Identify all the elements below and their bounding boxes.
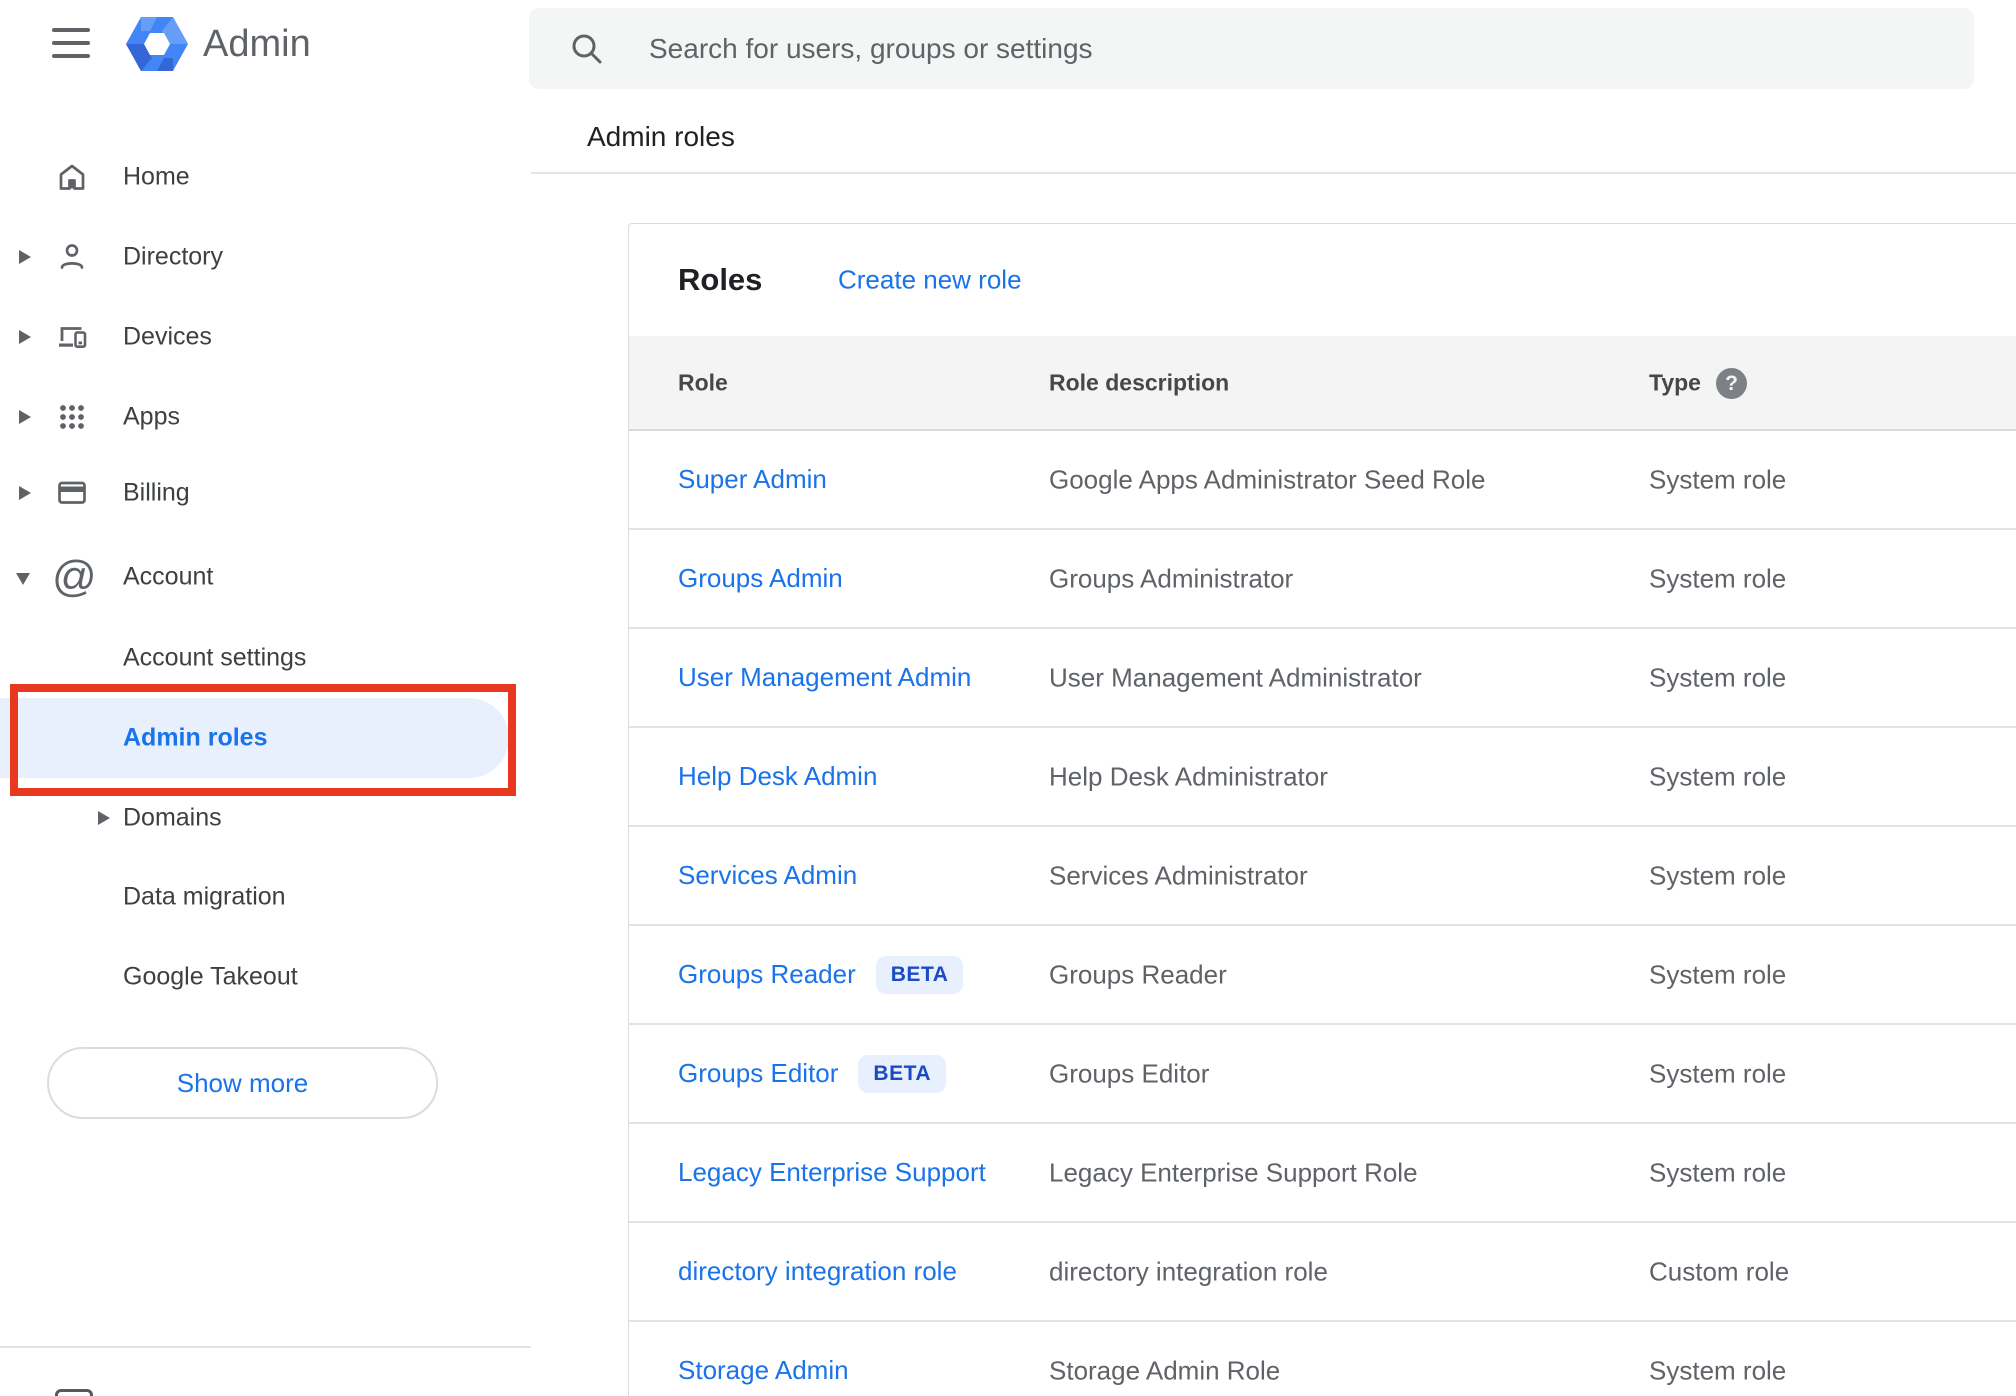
search-bar xyxy=(529,8,1974,89)
expand-arrow-icon[interactable] xyxy=(19,250,31,264)
role-description: Groups Reader xyxy=(1049,959,1227,989)
sidebar-item-label: Account settings xyxy=(123,643,307,672)
role-link[interactable]: Groups Editor xyxy=(678,1058,838,1089)
app-title: Admin xyxy=(203,23,311,65)
sidebar-item-domains[interactable]: Domains xyxy=(0,790,531,846)
table-header: Role Role description Type ? xyxy=(629,336,2016,431)
table-row: Legacy Enterprise Support Legacy Enterpr… xyxy=(629,1124,2016,1223)
role-link[interactable]: Services Admin xyxy=(678,860,857,891)
sidebar-item-data-migration[interactable]: Data migration xyxy=(0,869,531,925)
roles-card: Roles Create new role Role Role descript… xyxy=(628,223,2016,1396)
sidebar-item-google-takeout[interactable]: Google Takeout xyxy=(0,949,531,1005)
role-type: System role xyxy=(1649,761,1787,791)
role-description: User Management Administrator xyxy=(1049,662,1422,692)
role-link[interactable]: Super Admin xyxy=(678,464,827,495)
sidebar-item-label: Directory xyxy=(123,242,224,271)
role-type: System role xyxy=(1649,1157,1787,1187)
expand-arrow-icon[interactable] xyxy=(19,330,31,344)
person-icon xyxy=(60,244,84,269)
role-description: Legacy Enterprise Support Role xyxy=(1049,1157,1418,1187)
page-title: Admin roles xyxy=(587,121,735,152)
admin-logo-icon xyxy=(126,17,188,71)
create-new-role-link[interactable]: Create new role xyxy=(838,265,1022,296)
sidebar-item-label: Devices xyxy=(123,322,212,351)
role-type: System role xyxy=(1649,1058,1787,1088)
beta-badge: BETA xyxy=(875,955,964,994)
role-type: Custom role xyxy=(1649,1256,1790,1286)
role-description: Help Desk Administrator xyxy=(1049,761,1328,791)
sidebar-item-label: Domains xyxy=(123,803,222,832)
role-description: Groups Editor xyxy=(1049,1058,1210,1088)
sidebar-item-label: Billing xyxy=(123,478,190,507)
help-icon[interactable]: ? xyxy=(1716,368,1747,399)
sidebar-item-devices[interactable]: Devices xyxy=(0,309,531,365)
column-header-role: Role xyxy=(678,369,728,395)
table-row: Storage Admin Storage Admin Role System … xyxy=(629,1322,2016,1396)
table-row: Groups Editor BETA Groups Editor System … xyxy=(629,1025,2016,1124)
sidebar-item-account[interactable]: @ Account xyxy=(0,549,531,605)
search-icon xyxy=(572,34,602,64)
table-row: User Management Admin User Management Ad… xyxy=(629,629,2016,728)
sidebar-item-label: Google Takeout xyxy=(123,962,298,991)
table-row: Groups Admin Groups Administrator System… xyxy=(629,530,2016,629)
expand-arrow-icon[interactable] xyxy=(19,410,31,424)
roles-title: Roles xyxy=(678,262,763,297)
role-link[interactable]: Legacy Enterprise Support xyxy=(678,1157,986,1188)
at-sign-icon: @ xyxy=(52,552,97,601)
role-link[interactable]: Storage Admin xyxy=(678,1355,849,1386)
sidebar-item-label: Data migration xyxy=(123,882,286,911)
expand-arrow-icon[interactable] xyxy=(98,811,110,825)
show-more-button[interactable]: Show more xyxy=(47,1047,438,1119)
role-type: System role xyxy=(1649,464,1787,494)
partial-sidebar-icon xyxy=(55,1389,93,1396)
search-input[interactable] xyxy=(647,8,1927,89)
credit-card-icon xyxy=(58,481,86,504)
role-type: System role xyxy=(1649,1355,1787,1385)
table-row: Super Admin Google Apps Administrator Se… xyxy=(629,431,2016,530)
role-link[interactable]: Groups Reader xyxy=(678,959,856,990)
sidebar-item-account-settings[interactable]: Account settings xyxy=(0,630,531,686)
table-row: Help Desk Admin Help Desk Administrator … xyxy=(629,728,2016,827)
sidebar-divider xyxy=(0,1346,531,1348)
apps-grid-icon xyxy=(60,405,84,429)
devices-icon xyxy=(59,327,87,348)
table-row: Services Admin Services Administrator Sy… xyxy=(629,827,2016,926)
sidebar-item-directory[interactable]: Directory xyxy=(0,229,531,285)
beta-badge: BETA xyxy=(858,1054,947,1093)
role-link[interactable]: User Management Admin xyxy=(678,662,971,693)
sidebar-item-label: Admin roles xyxy=(123,723,268,752)
role-link[interactable]: directory integration role xyxy=(678,1256,957,1287)
sidebar-item-apps[interactable]: Apps xyxy=(0,389,531,445)
column-header-description: Role description xyxy=(1049,369,1230,395)
role-description: Google Apps Administrator Seed Role xyxy=(1049,464,1486,494)
sidebar-item-label: Apps xyxy=(123,402,180,431)
sidebar-item-label: Account xyxy=(123,562,214,591)
header-divider xyxy=(531,172,2016,174)
role-type: System role xyxy=(1649,563,1787,593)
roles-card-header: Roles Create new role xyxy=(629,224,2016,336)
role-link[interactable]: Groups Admin xyxy=(678,563,843,594)
role-type: System role xyxy=(1649,959,1787,989)
column-header-type: Type xyxy=(1649,369,1701,395)
role-description: Services Administrator xyxy=(1049,860,1308,890)
home-icon xyxy=(59,164,85,190)
collapse-arrow-icon[interactable] xyxy=(16,573,30,585)
sidebar-item-home[interactable]: Home xyxy=(0,149,531,205)
expand-arrow-icon[interactable] xyxy=(19,486,31,500)
table-row: directory integration role directory int… xyxy=(629,1223,2016,1322)
google-admin-console: Admin Home Directory Devices xyxy=(0,0,2016,1396)
table-row: Groups Reader BETA Groups Reader System … xyxy=(629,926,2016,1025)
role-type: System role xyxy=(1649,662,1787,692)
hamburger-menu-icon[interactable] xyxy=(52,28,90,58)
sidebar-item-label: Home xyxy=(123,162,190,191)
sidebar-item-admin-roles[interactable]: Admin roles xyxy=(0,698,509,778)
role-link[interactable]: Help Desk Admin xyxy=(678,761,877,792)
role-description: directory integration role xyxy=(1049,1256,1328,1286)
role-description: Groups Administrator xyxy=(1049,563,1294,593)
sidebar-item-billing[interactable]: Billing xyxy=(0,465,531,521)
role-type: System role xyxy=(1649,860,1787,890)
role-description: Storage Admin Role xyxy=(1049,1355,1281,1385)
